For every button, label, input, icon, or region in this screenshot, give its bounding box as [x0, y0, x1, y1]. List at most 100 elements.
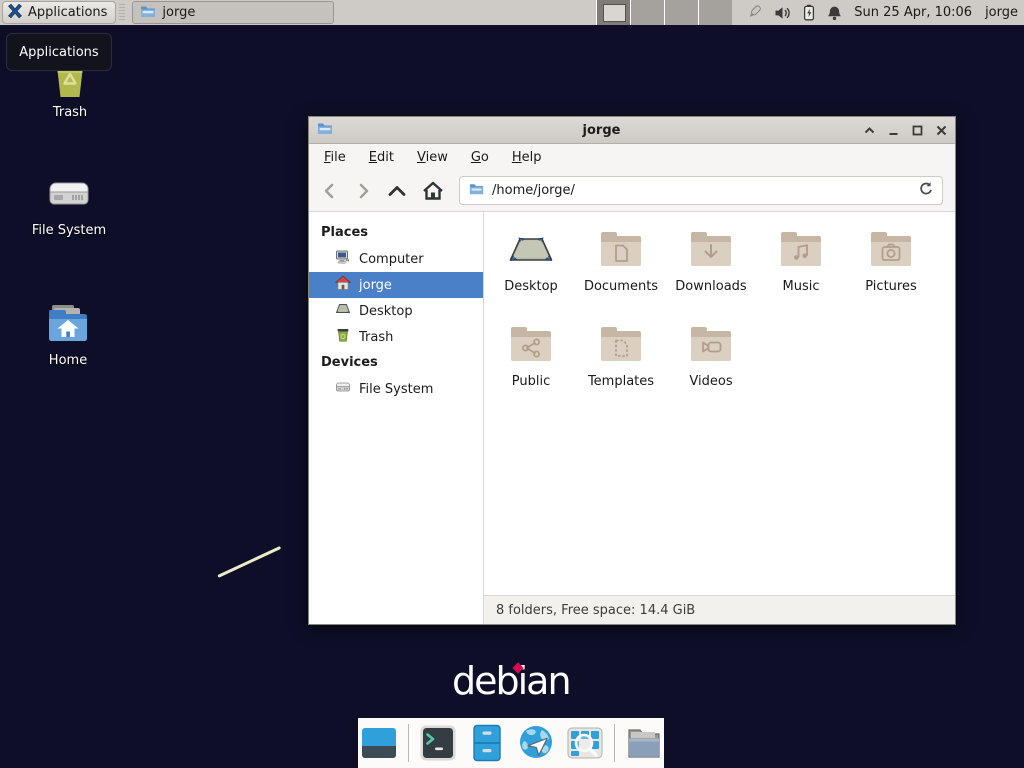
home-button[interactable]: [422, 181, 444, 201]
file-item-public[interactable]: Public: [486, 321, 576, 416]
window-titlebar[interactable]: jorge: [309, 117, 955, 144]
reload-icon[interactable]: [918, 181, 933, 200]
statusbar: 8 folders, Free space: 14.4 GiB: [484, 595, 955, 624]
window-controls: [864, 125, 947, 136]
pictures-folder-icon: [867, 226, 915, 274]
videos-folder-icon: [687, 321, 735, 369]
sidebar-places-header: Places: [309, 220, 483, 246]
toolbar: /home/jorge/: [309, 170, 955, 212]
path-bar[interactable]: /home/jorge/: [459, 176, 943, 205]
sidebar-item-label: File System: [359, 382, 433, 397]
shade-button[interactable]: [864, 125, 875, 136]
home-icon: [335, 275, 351, 295]
dock-separator: [408, 724, 409, 762]
maximize-button[interactable]: [912, 125, 923, 136]
desktop-mini-icon: [335, 301, 351, 321]
file-item-music[interactable]: Music: [756, 226, 846, 321]
menu-file[interactable]: File: [324, 150, 346, 165]
debian-logo-text: debian: [452, 659, 570, 703]
notifications-bell-icon[interactable]: [827, 5, 842, 21]
application-finder-launcher[interactable]: [565, 723, 605, 763]
back-button[interactable]: [321, 182, 339, 200]
workspace-switcher: [596, 0, 732, 25]
minimize-button[interactable]: [888, 125, 899, 136]
desktop-icon-file-system[interactable]: File System: [21, 170, 117, 238]
file-item-pictures[interactable]: Pictures: [846, 226, 936, 321]
workspace-window-thumb: [603, 4, 626, 22]
desktop-icon-label: Home: [20, 353, 116, 368]
desktop-icon-label: Trash: [22, 105, 118, 120]
tablet-pen-icon[interactable]: [746, 4, 763, 21]
taskbar-button-jorge[interactable]: jorge: [132, 1, 334, 24]
sidebar-item-computer[interactable]: Computer: [309, 246, 483, 272]
sidebar-item-trash[interactable]: Trash: [309, 324, 483, 350]
file-item-label: Documents: [584, 279, 658, 294]
xfce-logo-icon: [7, 3, 23, 23]
sidebar-item-jorge[interactable]: jorge: [309, 272, 483, 298]
sidebar-item-label: jorge: [359, 278, 392, 293]
workspace-1[interactable]: [596, 0, 630, 25]
folder-launcher[interactable]: [624, 723, 664, 763]
desktop-special-icon: [507, 226, 555, 274]
file-item-documents[interactable]: Documents: [576, 226, 666, 321]
volume-icon[interactable]: [774, 5, 791, 21]
music-folder-icon: [777, 226, 825, 274]
file-grid: Desktop Documents Downloads: [484, 212, 955, 595]
menu-edit[interactable]: Edit: [369, 150, 394, 165]
public-folder-icon: [507, 321, 555, 369]
forward-button[interactable]: [354, 182, 372, 200]
sidebar-devices-header: Devices: [309, 350, 483, 376]
web-browser-launcher[interactable]: [516, 723, 556, 763]
path-folder-icon: [469, 181, 484, 200]
trash-mini-icon: [335, 327, 351, 347]
workspace-3[interactable]: [664, 0, 698, 25]
panel-user-menu[interactable]: jorge: [985, 5, 1018, 20]
computer-icon: [335, 249, 351, 269]
sidebar-item-label: Trash: [359, 330, 393, 345]
terminal-launcher[interactable]: [418, 723, 458, 763]
hard-drive-icon: [45, 170, 93, 218]
sidebar-item-label: Computer: [359, 252, 424, 267]
tooltip-text: Applications: [19, 45, 98, 60]
documents-folder-icon: [597, 226, 645, 274]
panel-clock[interactable]: Sun 25 Apr, 10:06: [854, 5, 972, 20]
file-item-templates[interactable]: Templates: [576, 321, 666, 416]
file-item-label: Templates: [588, 374, 654, 389]
close-button[interactable]: [936, 125, 947, 136]
path-text[interactable]: /home/jorge/: [492, 183, 575, 198]
file-item-videos[interactable]: Videos: [666, 321, 756, 416]
show-desktop-button[interactable]: [359, 723, 399, 763]
system-tray: [746, 4, 842, 21]
workspace-2[interactable]: [630, 0, 664, 25]
menu-view[interactable]: View: [417, 150, 448, 165]
folder-window-icon: [140, 3, 156, 23]
window-title: jorge: [339, 123, 864, 138]
desktop-icon-label: File System: [21, 223, 117, 238]
menu-help[interactable]: Help: [512, 150, 542, 165]
file-item-label: Music: [783, 279, 820, 294]
sidebar-item-label: Desktop: [359, 304, 413, 319]
sidebar-item-file-system[interactable]: File System: [309, 376, 483, 402]
drive-mini-icon: [335, 379, 351, 399]
wallpaper-swoosh-line: [217, 546, 281, 578]
workspace-4[interactable]: [698, 0, 732, 25]
statusbar-text: 8 folders, Free space: 14.4 GiB: [496, 603, 695, 618]
window-content: Places Computer jorge: [309, 212, 955, 624]
file-item-label: Videos: [689, 374, 732, 389]
desktop-icon-home[interactable]: Home: [20, 300, 116, 368]
applications-menu-button[interactable]: Applications: [2, 1, 116, 24]
file-manager-launcher[interactable]: [467, 723, 507, 763]
file-item-label: Pictures: [865, 279, 916, 294]
battery-charging-icon[interactable]: [802, 4, 816, 21]
sidebar-item-desktop[interactable]: Desktop: [309, 298, 483, 324]
home-folder-icon: [44, 300, 92, 348]
menu-go[interactable]: Go: [471, 150, 489, 165]
dock: [358, 718, 664, 768]
file-item-downloads[interactable]: Downloads: [666, 226, 756, 321]
debian-logo: debian: [452, 662, 570, 700]
file-item-label: Desktop: [504, 279, 558, 294]
panel-separator-handle[interactable]: [119, 4, 125, 21]
file-item-desktop[interactable]: Desktop: [486, 226, 576, 321]
top-panel: Applications jorge: [0, 0, 1024, 25]
up-button[interactable]: [387, 182, 407, 200]
